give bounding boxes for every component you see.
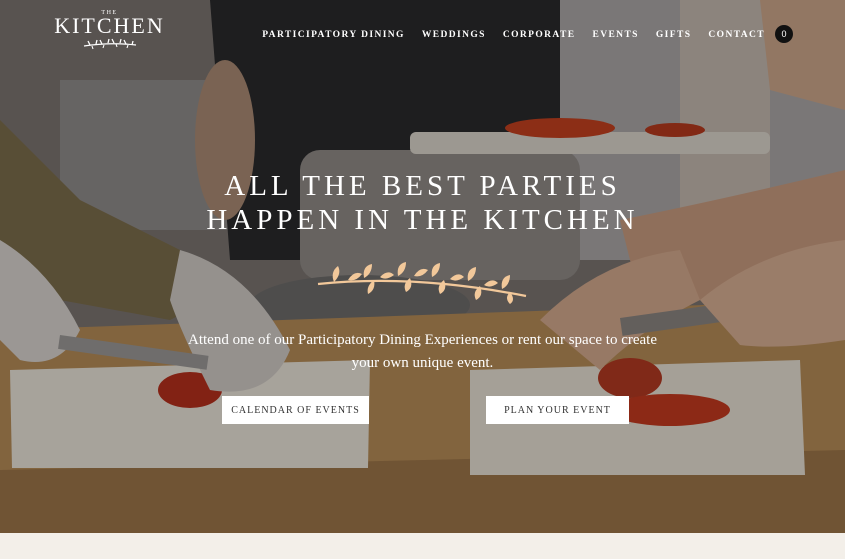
decorative-sprig-icon: [317, 262, 527, 304]
nav-item-events[interactable]: EVENTS: [592, 30, 638, 40]
hero-headline-line1: ALL THE BEST PARTIES: [224, 170, 621, 202]
cart-count-badge[interactable]: 0: [775, 25, 793, 43]
logo-sprig-icon: [83, 38, 136, 50]
nav-item-gifts[interactable]: GIFTS: [656, 30, 692, 40]
page-bottom-strip: [0, 533, 845, 559]
hero-subtitle: Attend one of our Participatory Dining E…: [188, 332, 657, 371]
site-logo[interactable]: THE KITCHEN: [52, 10, 167, 50]
hero-section: THE KITCHEN PARTICIPATORY DINING WEDDING…: [0, 0, 845, 533]
logo-name: KITCHEN: [54, 13, 165, 38]
nav-item-participatory-dining[interactable]: PARTICIPATORY DINING: [262, 30, 405, 40]
hero-headline-line2: HAPPEN IN THE KITCHEN: [206, 204, 639, 236]
nav-item-weddings[interactable]: WEDDINGS: [422, 30, 486, 40]
nav-item-corporate[interactable]: CORPORATE: [503, 30, 576, 40]
calendar-of-events-button[interactable]: CALENDAR OF EVENTS: [222, 396, 369, 424]
main-nav: PARTICIPATORY DINING WEDDINGS CORPORATE …: [262, 30, 765, 40]
plan-your-event-button[interactable]: PLAN YOUR EVENT: [486, 396, 629, 424]
nav-item-contact[interactable]: CONTACT: [708, 30, 765, 40]
